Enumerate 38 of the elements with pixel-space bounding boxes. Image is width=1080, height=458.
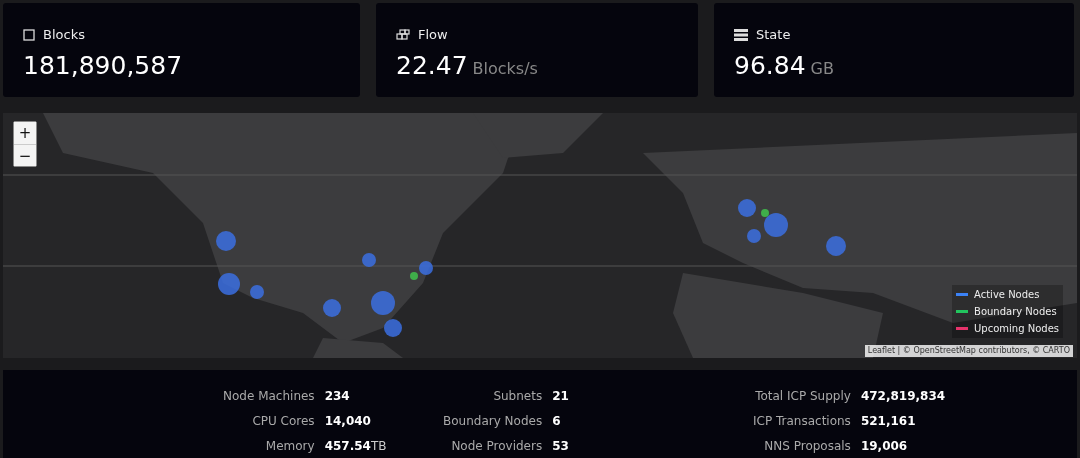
card-value: 22.47: [396, 50, 468, 81]
stat-label: Memory: [264, 438, 315, 454]
card-title: Blocks: [43, 26, 85, 44]
attribution-link[interactable]: OpenStreetMap: [913, 346, 976, 355]
stat-label: Subnets: [492, 388, 543, 404]
card-value: 96.84: [734, 50, 806, 81]
stat-label: Boundary Nodes: [443, 413, 543, 429]
stat-label: NNS Proposals: [763, 438, 851, 454]
card-title: Flow: [418, 26, 448, 44]
attribution-link[interactable]: CARTO: [1042, 346, 1070, 355]
legend-label: Boundary Nodes: [974, 305, 1057, 319]
stat-value: 14,040: [324, 414, 371, 428]
stat-label: Total ICP Supply: [754, 388, 851, 404]
zoom-out-button[interactable]: −: [14, 144, 36, 166]
stat-label: CPU Cores: [251, 413, 315, 429]
server-icon: [734, 28, 748, 41]
stat-value: 21: [552, 389, 569, 403]
stat-value: 53: [552, 439, 569, 453]
square-icon: [23, 28, 35, 41]
stat-value: 472,819,834: [860, 389, 946, 403]
blocks-icon: [396, 29, 410, 41]
legend-label: Upcoming Nodes: [974, 322, 1059, 336]
stat-value: 457.54: [324, 439, 371, 453]
stat-value: 19,006: [860, 439, 908, 453]
attribution-text: Leaflet | © OpenStreetMap contributors, © CARTO: [864, 345, 1073, 357]
stat-value: 521,161: [860, 414, 916, 428]
unit-label: Blocks/s: [472, 58, 538, 78]
card-title: State: [756, 26, 791, 44]
stat-label: Node Machines: [223, 388, 315, 404]
card-value: 181,890,587: [23, 50, 183, 81]
stat-value: 6: [552, 414, 561, 428]
attribution-link[interactable]: Leaflet: [867, 346, 896, 355]
stat-label: Node Providers: [450, 438, 543, 454]
unit-label: TB: [370, 439, 387, 453]
unit-label: GB: [810, 58, 834, 78]
stat-label: ICP Transactions: [753, 413, 851, 429]
stat-value: 234: [324, 389, 350, 403]
legend-label: Active Nodes: [974, 288, 1040, 302]
